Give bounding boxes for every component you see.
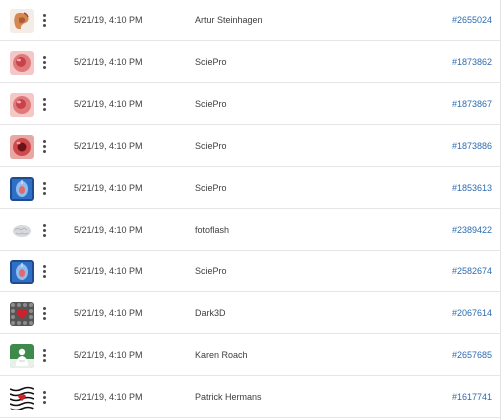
asset-id-link[interactable]: #1873886 bbox=[452, 126, 492, 167]
pink-tissue-thumbnail[interactable] bbox=[10, 93, 34, 117]
row-date: 5/21/19, 4:10 PM bbox=[74, 141, 143, 151]
row-date: 5/21/19, 4:10 PM bbox=[74, 308, 143, 318]
list-item: 5/21/19, 4:10 PM Artur Steinhagen #2655024 bbox=[0, 0, 500, 41]
row-date: 5/21/19, 4:10 PM bbox=[74, 392, 143, 402]
brain-thumbnail[interactable] bbox=[10, 219, 34, 243]
list-item: 5/21/19, 4:10 PM fotoflash #2389422 bbox=[0, 210, 500, 251]
asset-id-link[interactable]: #1873862 bbox=[452, 42, 492, 83]
asset-id-link[interactable]: #2657685 bbox=[452, 335, 492, 376]
list-item: 5/21/19, 4:10 PM SciePro #1873862 bbox=[0, 42, 500, 83]
asset-id-link[interactable]: #2067614 bbox=[452, 293, 492, 334]
optical-pattern-thumbnail[interactable] bbox=[10, 386, 34, 410]
figure-green-thumbnail[interactable] bbox=[10, 344, 34, 368]
more-options-icon[interactable] bbox=[38, 263, 50, 281]
asset-id-link[interactable]: #1873867 bbox=[452, 84, 492, 125]
more-options-icon[interactable] bbox=[38, 180, 50, 198]
row-author: Dark3D bbox=[195, 308, 226, 318]
row-author: Karen Roach bbox=[195, 350, 248, 360]
list-item: 5/21/19, 4:10 PM Patrick Hermans #1617741 bbox=[0, 377, 500, 418]
blue-anatomy-thumbnail[interactable] bbox=[10, 260, 34, 284]
more-options-icon[interactable] bbox=[38, 12, 50, 30]
asset-id-link[interactable]: #1853613 bbox=[452, 168, 492, 209]
list-item: 5/21/19, 4:10 PM Karen Roach #2657685 bbox=[0, 335, 500, 376]
red-tissue-thumbnail[interactable] bbox=[10, 135, 34, 159]
list-item: 5/21/19, 4:10 PM SciePro #1853613 bbox=[0, 168, 500, 209]
row-author: SciePro bbox=[195, 57, 227, 67]
row-author: fotoflash bbox=[195, 225, 230, 235]
more-options-icon[interactable] bbox=[38, 54, 50, 72]
row-date: 5/21/19, 4:10 PM bbox=[74, 350, 143, 360]
row-author: Patrick Hermans bbox=[195, 392, 262, 402]
list-item: 5/21/19, 4:10 PM SciePro #1873886 bbox=[0, 126, 500, 167]
heart-pattern-thumbnail[interactable] bbox=[10, 302, 34, 326]
more-options-icon[interactable] bbox=[38, 222, 50, 240]
more-options-icon[interactable] bbox=[38, 96, 50, 114]
row-date: 5/21/19, 4:10 PM bbox=[74, 15, 143, 25]
asset-id-link[interactable]: #2389422 bbox=[452, 210, 492, 251]
asset-id-link[interactable]: #2655024 bbox=[452, 0, 492, 41]
row-author: SciePro bbox=[195, 99, 227, 109]
row-date: 5/21/19, 4:10 PM bbox=[74, 266, 143, 276]
list-item: 5/21/19, 4:10 PM SciePro #1873867 bbox=[0, 84, 500, 125]
row-author: SciePro bbox=[195, 266, 227, 276]
row-date: 5/21/19, 4:10 PM bbox=[74, 225, 143, 235]
pink-tissue-thumbnail[interactable] bbox=[10, 51, 34, 75]
more-options-icon[interactable] bbox=[38, 305, 50, 323]
list-item: 5/21/19, 4:10 PM SciePro #2582674 bbox=[0, 251, 500, 292]
row-date: 5/21/19, 4:10 PM bbox=[74, 99, 143, 109]
asset-id-link[interactable]: #1617741 bbox=[452, 377, 492, 418]
row-author: SciePro bbox=[195, 141, 227, 151]
row-author: Artur Steinhagen bbox=[195, 15, 263, 25]
blue-anatomy-thumbnail[interactable] bbox=[10, 177, 34, 201]
more-options-icon[interactable] bbox=[38, 389, 50, 407]
row-date: 5/21/19, 4:10 PM bbox=[74, 183, 143, 193]
list-item: 5/21/19, 4:10 PM Dark3D #2067614 bbox=[0, 293, 500, 334]
row-date: 5/21/19, 4:10 PM bbox=[74, 57, 143, 67]
digestive-organs-thumbnail[interactable] bbox=[10, 9, 34, 33]
row-author: SciePro bbox=[195, 183, 227, 193]
asset-id-link[interactable]: #2582674 bbox=[452, 251, 492, 292]
more-options-icon[interactable] bbox=[38, 347, 50, 365]
asset-history-list: 5/21/19, 4:10 PM Artur Steinhagen #2655024… bbox=[0, 0, 501, 420]
more-options-icon[interactable] bbox=[38, 138, 50, 156]
